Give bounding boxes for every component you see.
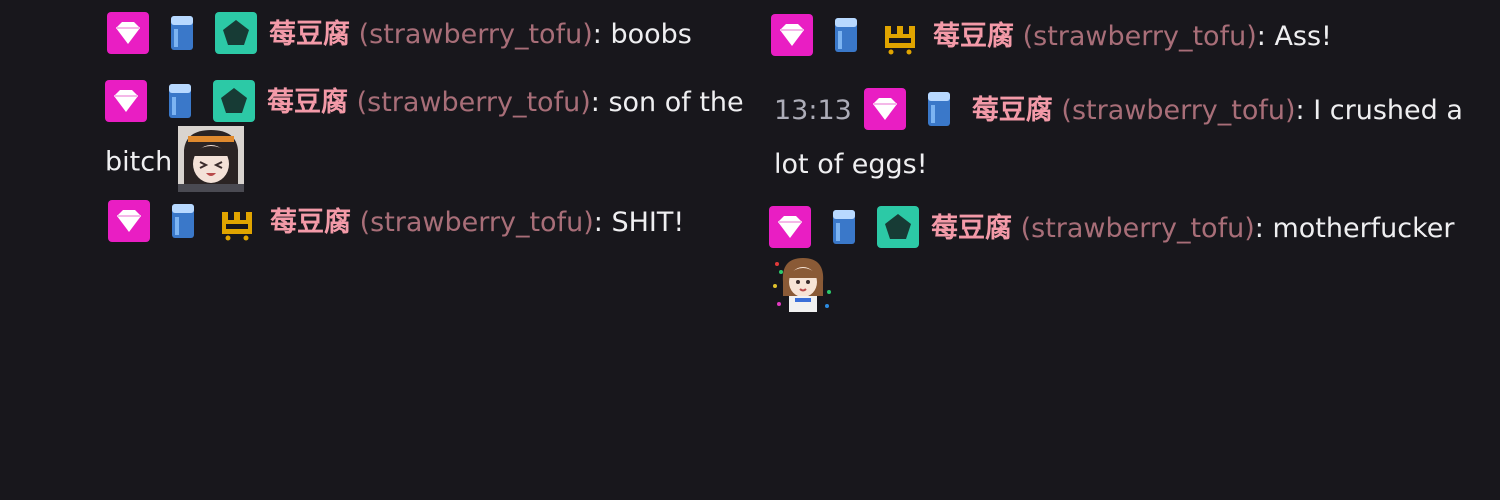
username[interactable]: 莓豆腐 xyxy=(933,21,1014,52)
blue-cup-icon[interactable] xyxy=(159,80,201,122)
pink-heart-gem-icon[interactable] xyxy=(108,199,150,242)
chat-message: 莓豆腐 (strawberry_tofu): Ass! xyxy=(771,10,1332,64)
user-login[interactable]: (strawberry_tofu) xyxy=(1021,213,1255,244)
message-colon: : xyxy=(1256,21,1266,52)
chat-message: 莓豆腐 (strawberry_tofu): SHIT! xyxy=(108,196,684,250)
anime-girl-laughing-emote[interactable] xyxy=(178,126,245,192)
chat-message: 13:13 莓豆腐 (strawberry_tofu): I crushed a … xyxy=(774,84,1474,192)
anime-girl-dancing-emote[interactable] xyxy=(769,252,835,318)
user-login[interactable]: (strawberry_tofu) xyxy=(1061,95,1295,126)
user-login[interactable]: (strawberry_tofu) xyxy=(360,207,594,238)
gold-crown-icon[interactable] xyxy=(216,200,258,242)
teal-pentagon-icon[interactable] xyxy=(877,205,919,248)
pink-heart-gem-icon[interactable] xyxy=(863,87,906,130)
message-text: motherfucker xyxy=(1272,213,1455,244)
teal-pentagon-icon[interactable] xyxy=(213,79,255,122)
timestamp: 13:13 xyxy=(774,95,852,126)
username[interactable]: 莓豆腐 xyxy=(931,213,1012,244)
blue-cup-icon[interactable] xyxy=(825,14,867,56)
username[interactable]: 莓豆腐 xyxy=(267,87,348,118)
message-colon: : xyxy=(1295,95,1305,126)
gold-crown-icon[interactable] xyxy=(879,14,921,56)
username[interactable]: 莓豆腐 xyxy=(972,95,1053,126)
message-text: SHIT! xyxy=(611,207,685,238)
chat-message: 莓豆腐 (strawberry_tofu): son of the bitch xyxy=(105,76,745,196)
pink-heart-gem-icon[interactable] xyxy=(771,13,813,56)
pink-heart-gem-icon[interactable] xyxy=(769,205,811,248)
blue-cup-icon[interactable] xyxy=(162,200,204,242)
username[interactable]: 莓豆腐 xyxy=(270,207,351,238)
user-login[interactable]: (strawberry_tofu) xyxy=(357,87,591,118)
user-login[interactable]: (strawberry_tofu) xyxy=(1023,21,1257,52)
message-colon: : xyxy=(1254,213,1264,244)
message-colon: : xyxy=(593,207,603,238)
chat-message: 莓豆腐 (strawberry_tofu): boobs xyxy=(107,8,692,62)
blue-cup-icon[interactable] xyxy=(823,206,865,248)
blue-cup-icon[interactable] xyxy=(918,88,960,130)
message-colon: : xyxy=(592,19,602,50)
blue-cup-icon[interactable] xyxy=(161,12,203,54)
message-text: boobs xyxy=(610,19,692,50)
pink-heart-gem-icon[interactable] xyxy=(105,79,147,122)
username[interactable]: 莓豆腐 xyxy=(269,19,350,50)
user-login[interactable]: (strawberry_tofu) xyxy=(359,19,593,50)
chat-message: 莓豆腐 (strawberry_tofu): motherfucker xyxy=(769,202,1489,322)
message-colon: : xyxy=(590,87,600,118)
pink-heart-gem-icon[interactable] xyxy=(107,11,149,54)
teal-pentagon-icon[interactable] xyxy=(215,11,257,54)
message-text: Ass! xyxy=(1274,21,1332,52)
